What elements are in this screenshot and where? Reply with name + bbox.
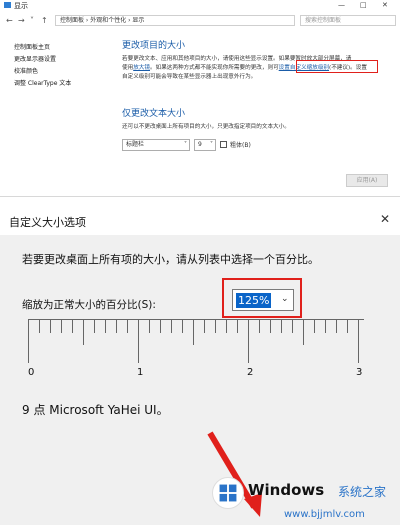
watermark: Windows 系统之家 www.bjjmlv.com [212, 477, 392, 520]
minimize-button[interactable]: — [338, 1, 345, 9]
ruler-label-0: 0 [28, 367, 35, 378]
ruler-tick [215, 319, 216, 333]
ruler-tick [336, 319, 337, 333]
ruler-tick [149, 319, 150, 333]
ruler-tick [83, 319, 84, 345]
item-select-value: 标题栏 [126, 141, 145, 148]
title-bar: 显示 — □ ✕ [0, 0, 400, 12]
scale-highlight [222, 278, 302, 318]
dialog-title-bar: 自定义大小选项 ✕ [0, 207, 400, 235]
item-select[interactable]: 标题栏 ˅ [122, 139, 190, 151]
ruler-tick [347, 319, 348, 333]
ruler-tick [314, 319, 315, 333]
sidebar: 控制面板主页 更改显示器设置 校准颜色 调整 ClearType 文本 [14, 42, 71, 90]
close-button[interactable]: ✕ [382, 1, 388, 9]
search-input[interactable]: 搜索控制面板 [300, 15, 396, 26]
sidebar-item-calibrate-color[interactable]: 校准颜色 [14, 66, 71, 78]
dialog-title: 自定义大小选项 [9, 216, 86, 229]
ruler-tick [226, 319, 227, 333]
chevron-down-icon: ˅ [184, 141, 187, 148]
ruler-tick [61, 319, 62, 333]
size-select[interactable]: 9 ˅ [194, 139, 216, 151]
size-select-value: 9 [198, 141, 202, 148]
dialog-instruction: 若要更改桌面上所有项的大小，请从列表中选择一个百分比。 [22, 253, 319, 266]
display-app-icon [4, 2, 11, 8]
para-line-3: 自定义级别可能会导致在某些显示器上出现意外行为。 [122, 74, 257, 80]
apply-button[interactable]: 应用(A) [346, 174, 388, 187]
ruler[interactable]: 0 1 2 3 [28, 319, 364, 378]
heading-change-size: 更改项目的大小 [122, 41, 186, 51]
ruler-tick [237, 319, 238, 333]
main-content: 更改项目的大小 若要更改文本、应用和其他项目的大小，请使用这些显示设置。如果要暂… [122, 38, 394, 82]
sample-text: 9 点 Microsoft YaHei UI。 [22, 403, 169, 417]
ruler-label-2: 2 [247, 367, 254, 378]
sidebar-item-control-panel-home[interactable]: 控制面板主页 [14, 42, 71, 54]
ruler-tick [204, 319, 205, 333]
ruler-tick [171, 319, 172, 333]
text-size-description: 还可以不更改桌面上所有项目的大小，只更改指定项目的文本大小。 [122, 124, 290, 130]
ruler-tick [138, 319, 139, 363]
custom-scaling-highlight [296, 60, 378, 73]
ruler-tick [292, 319, 293, 333]
ruler-tick [270, 319, 271, 333]
ruler-tick [127, 319, 128, 333]
ruler-label-1: 1 [137, 367, 144, 378]
dialog-close-button[interactable]: ✕ [380, 212, 390, 226]
bold-checkbox[interactable] [220, 141, 227, 148]
search-placeholder: 搜索控制面板 [305, 17, 342, 24]
sidebar-item-cleartype[interactable]: 调整 ClearType 文本 [14, 78, 71, 90]
display-settings-window: 显示 — □ ✕ ← → ˅ ↑ 控制面板 › 外观和个性化 › 显示 搜索控制… [0, 0, 400, 197]
breadcrumb[interactable]: 控制面板 › 外观和个性化 › 显示 [60, 17, 144, 24]
ruler-tick [182, 319, 183, 333]
forward-arrow-icon[interactable]: → [18, 16, 25, 25]
window-title: 显示 [14, 2, 28, 10]
ruler-tick [248, 319, 249, 363]
bold-checkbox-label: 粗体(B) [230, 142, 251, 149]
ruler-label-3: 3 [356, 367, 363, 378]
ruler-tick [303, 319, 304, 345]
ruler-tick [281, 319, 282, 333]
ruler-tick [116, 319, 117, 333]
sidebar-item-change-display-settings[interactable]: 更改显示器设置 [14, 54, 71, 66]
heading-text-size-only: 仅更改文本大小 [122, 109, 186, 119]
ruler-tick [325, 319, 326, 333]
ruler-tick [358, 319, 359, 363]
para-line-2b: 。如果这两种方式都不能实现你所需要的更改，则可 [150, 65, 279, 71]
ruler-tick [94, 319, 95, 333]
ruler-tick [28, 319, 29, 363]
ruler-tick [160, 319, 161, 333]
maximize-button[interactable]: □ [360, 1, 367, 9]
ruler-tick [193, 319, 194, 345]
address-bar[interactable]: 控制面板 › 外观和个性化 › 显示 [55, 15, 295, 26]
ruler-tick [50, 319, 51, 333]
watermark-brand: Windows [248, 481, 325, 499]
windows-logo-icon [212, 477, 244, 509]
custom-size-dialog: 自定义大小选项 ✕ 若要更改桌面上所有项的大小，请从列表中选择一个百分比。 缩放… [0, 207, 400, 525]
back-arrow-icon[interactable]: ← [6, 16, 13, 25]
ruler-tick [259, 319, 260, 333]
recent-chevron-icon[interactable]: ˅ [30, 16, 34, 25]
chevron-down-icon: ˅ [210, 141, 213, 148]
up-arrow-icon[interactable]: ↑ [41, 16, 48, 25]
watermark-suffix: 系统之家 [338, 485, 387, 499]
magnifier-link[interactable]: 放大镜 [133, 65, 150, 71]
para-line-2a: 使用 [122, 65, 134, 71]
scale-label: 缩放为正常大小的百分比(S): [22, 299, 156, 311]
watermark-url: www.bjjmlv.com [284, 509, 365, 520]
ruler-tick [105, 319, 106, 333]
ruler-tick [39, 319, 40, 333]
ruler-tick [72, 319, 73, 333]
address-bar-row: ← → ˅ ↑ 控制面板 › 外观和个性化 › 显示 搜索控制面板 [0, 14, 400, 28]
